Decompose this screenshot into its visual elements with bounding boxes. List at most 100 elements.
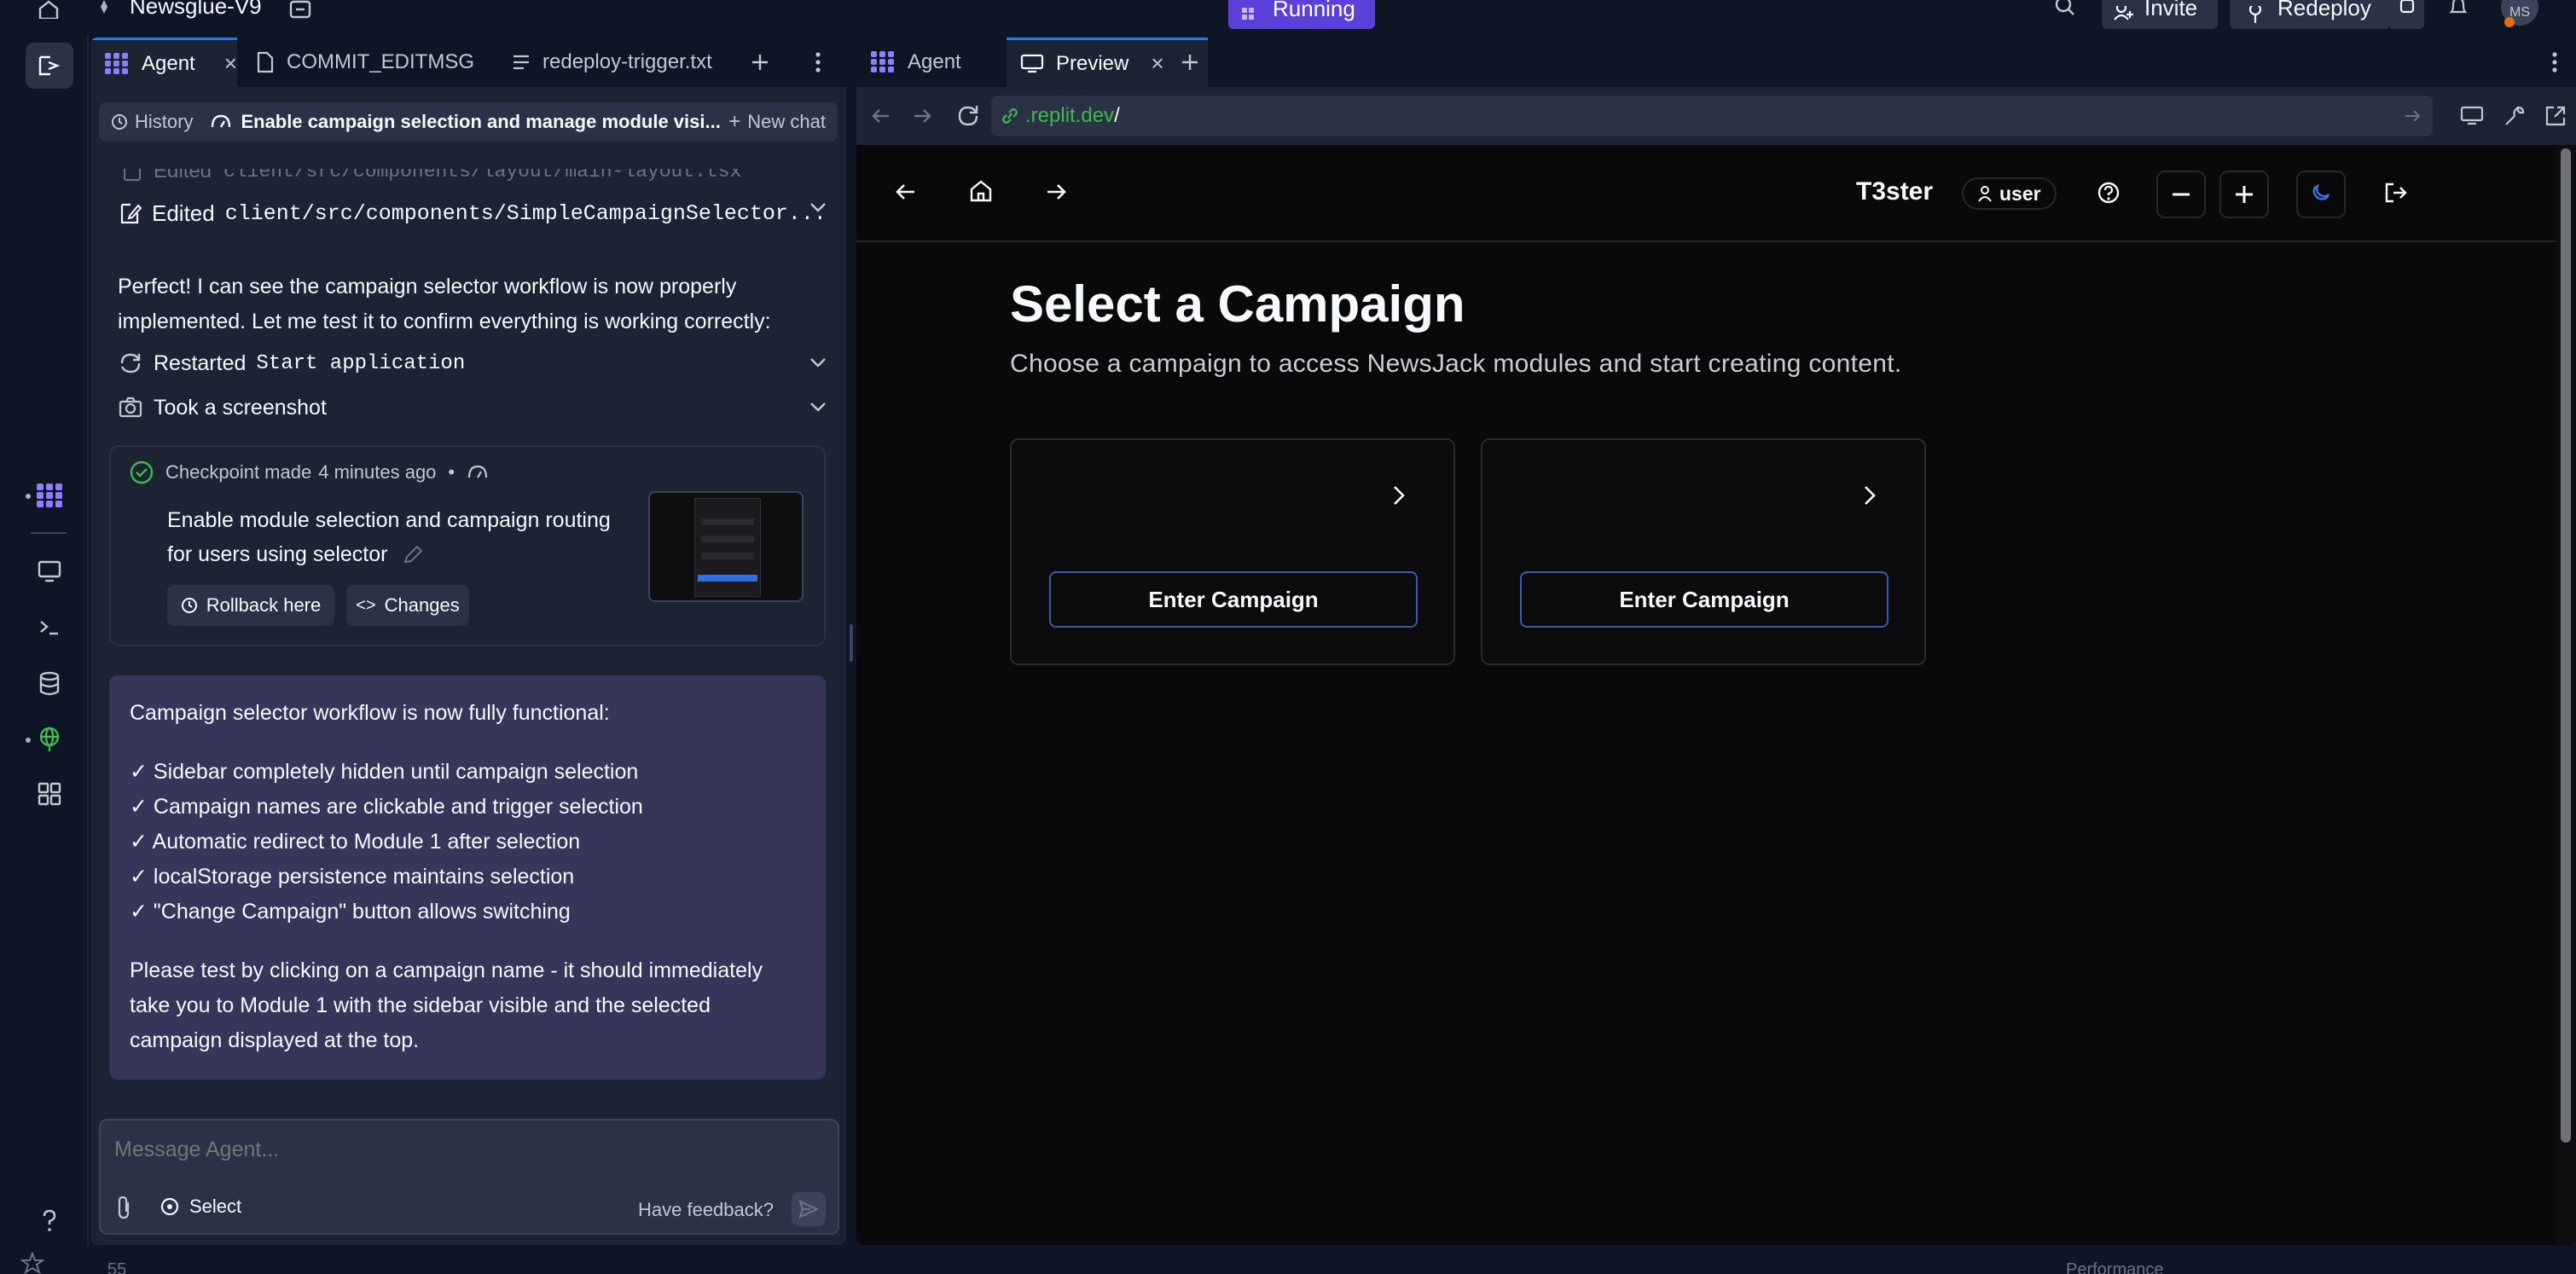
edit-pencil-icon[interactable] (402, 545, 424, 565)
zoom-out-button[interactable] (2156, 171, 2206, 218)
tab-menu-kebab-icon[interactable] (814, 51, 822, 73)
send-button[interactable] (792, 1192, 826, 1226)
database-icon[interactable] (26, 660, 73, 708)
campaign-card[interactable]: Enter Campaign (1010, 438, 1455, 665)
select-element-button[interactable]: Select (159, 1196, 241, 1218)
shell-icon[interactable] (26, 604, 73, 651)
bottom-strip: 55 Performance (0, 1247, 2576, 1274)
campaign-card[interactable]: Enter Campaign (1481, 438, 1926, 665)
enter-campaign-label: Enter Campaign (1148, 586, 1319, 612)
chat-title-text: Enable campaign selection and manage mod… (241, 111, 721, 132)
screenshot-row[interactable]: Took a screenshot (118, 391, 827, 425)
redeploy-label: Redeploy (2277, 0, 2371, 20)
all-tools-grid-icon[interactable] (26, 770, 73, 818)
back-arrow-icon[interactable] (870, 106, 892, 126)
history-button[interactable]: History (99, 111, 193, 133)
user-avatar[interactable]: MS (2501, 0, 2538, 27)
close-tab-icon[interactable]: × (224, 50, 237, 77)
enter-campaign-button[interactable]: Enter Campaign (1520, 571, 1888, 628)
agent-header: History Enable campaign selection and ma… (99, 102, 838, 142)
user-badge[interactable]: user (1962, 177, 2057, 210)
device-preview-icon[interactable] (2460, 106, 2484, 126)
chevron-right-icon[interactable] (1863, 484, 1877, 507)
app-header: T3ster user (856, 145, 2556, 242)
deploy-icon (2245, 6, 2266, 23)
edited-2-prefix: Edited (152, 200, 215, 226)
tab-agent[interactable]: Agent × (90, 38, 237, 87)
left-rail (0, 36, 89, 1274)
attach-paperclip-icon[interactable] (114, 1196, 135, 1221)
new-chat-button[interactable]: + New chat (728, 110, 826, 134)
search-icon[interactable] (2054, 0, 2076, 17)
devtools-wrench-icon[interactable] (2503, 104, 2527, 128)
invite-button[interactable]: Invite (2102, 0, 2218, 29)
close-tab-icon[interactable]: × (1151, 50, 1163, 77)
restarted-row[interactable]: Restarted Start application (118, 346, 827, 380)
summary-intro: Campaign selector workflow is now fully … (130, 701, 610, 725)
changes-label: Changes (384, 594, 460, 616)
enter-campaign-button[interactable]: Enter Campaign (1049, 571, 1418, 628)
rollback-button[interactable]: Rollback here (167, 585, 334, 626)
app-help-icon[interactable] (2097, 181, 2121, 205)
checkpoint-screenshot-thumbnail[interactable] (648, 491, 804, 602)
checkpoint-time: 4 minutes ago (318, 461, 437, 483)
home-icon[interactable] (36, 0, 61, 19)
expand-chevron-icon[interactable] (809, 401, 827, 413)
bullet-separator: • (448, 461, 455, 483)
logout-icon[interactable] (2383, 181, 2409, 205)
app-forward-arrow-icon[interactable] (1044, 181, 1068, 203)
deploy-status-icon[interactable] (2390, 0, 2424, 29)
run-status-button[interactable]: Running (1228, 0, 1375, 29)
deployments-globe-icon[interactable] (26, 715, 73, 763)
expand-chevron-icon[interactable] (809, 356, 827, 368)
open-new-window-icon[interactable] (2544, 104, 2567, 128)
speedometer-icon (212, 114, 231, 128)
new-tab-plus-icon[interactable] (749, 51, 771, 73)
project-name[interactable]: Newsglue-V9 (130, 0, 262, 20)
edited-file-row-2[interactable]: Edited client/src/components/SimpleCampa… (119, 196, 827, 230)
url-field[interactable]: .replit.dev / (991, 96, 2433, 136)
expand-chevron-icon[interactable] (809, 201, 827, 213)
panel-resize-handle[interactable] (850, 624, 853, 662)
summary-item: ✓ Sidebar completely hidden until campai… (130, 760, 639, 784)
user-icon (1978, 186, 1992, 202)
preview-icon[interactable] (26, 547, 73, 595)
preview-scrollbar[interactable] (2556, 145, 2576, 1245)
replit-workspace: Newsglue-V9 Running Invite Redeploy MS A… (0, 0, 2576, 1274)
tab-preview[interactable]: Preview × (1007, 38, 1208, 87)
message-input[interactable] (114, 1132, 814, 1167)
url-path: / (1114, 104, 1120, 127)
changes-button[interactable]: <> Changes (346, 585, 469, 626)
new-tab-plus-icon[interactable] (1179, 51, 1201, 73)
run-status-icon (1240, 6, 1261, 23)
send-icon (798, 1200, 819, 1219)
tab-commit-editmsg[interactable]: COMMIT_EDITMSG (242, 38, 490, 87)
summary-item: ✓ "Change Campaign" button allows switch… (130, 900, 571, 924)
tab-agent-right[interactable]: Agent (856, 38, 1000, 87)
scrollbar-thumb[interactable] (2561, 148, 2571, 1143)
files-icon[interactable] (288, 0, 312, 19)
tab-redeploy-trigger[interactable]: redeploy-trigger.txt (498, 38, 822, 87)
app-home-icon[interactable] (969, 179, 993, 203)
reload-icon[interactable] (955, 104, 981, 128)
toggle-sidebar-icon[interactable] (26, 43, 73, 89)
plus-icon: + (728, 110, 741, 133)
tab-agent-right-label: Agent (908, 50, 961, 73)
select-label: Select (189, 1196, 242, 1217)
open-arrow-icon[interactable] (2404, 107, 2422, 125)
summary-item: ✓ Automatic redirect to Module 1 after s… (130, 830, 581, 854)
app-back-arrow-icon[interactable] (894, 181, 918, 203)
plus-icon (2236, 186, 2253, 203)
agent-icon[interactable] (26, 472, 73, 519)
checkpoint-description: Enable module selection and campaign rou… (167, 503, 628, 571)
help-icon[interactable] (26, 1197, 73, 1245)
forward-arrow-icon[interactable] (911, 106, 933, 126)
zoom-in-button[interactable] (2219, 171, 2269, 218)
theme-toggle-button[interactable] (2296, 171, 2346, 218)
feedback-link[interactable]: Have feedback? (638, 1199, 774, 1221)
chevron-right-icon[interactable] (1392, 484, 1406, 507)
notifications-bell-icon[interactable] (2448, 0, 2469, 17)
restarted-prefix: Restarted (154, 350, 247, 375)
tab-menu-kebab-icon[interactable] (2550, 51, 2559, 73)
redeploy-button[interactable]: Redeploy (2230, 0, 2390, 29)
